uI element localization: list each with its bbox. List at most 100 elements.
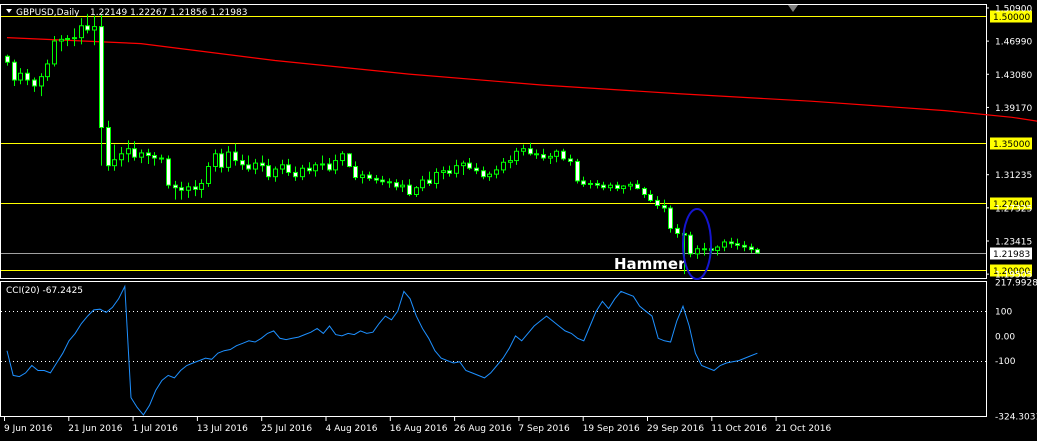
candle	[628, 181, 633, 191]
candle-body	[327, 163, 332, 171]
candle-body	[434, 171, 439, 184]
candle	[360, 170, 365, 184]
candle	[474, 163, 479, 175]
candle	[487, 171, 492, 181]
candle-body	[688, 234, 693, 255]
candle-body	[106, 127, 111, 167]
candle	[635, 180, 640, 190]
candle-body	[300, 167, 305, 178]
candle-body	[286, 164, 291, 173]
candle-body	[528, 148, 533, 155]
candle	[528, 142, 533, 156]
candle-body	[394, 182, 399, 188]
hammer-annotation: Hammer	[614, 255, 686, 273]
candle	[481, 166, 486, 180]
candle-body	[99, 26, 104, 129]
candle	[327, 158, 332, 172]
candle-body	[487, 173, 492, 178]
shift-marker-icon[interactable]	[788, 5, 798, 12]
candle	[300, 164, 305, 181]
candle	[400, 180, 405, 192]
candle	[45, 59, 50, 81]
candle-body	[407, 184, 412, 195]
candle-body	[380, 179, 385, 183]
candle	[333, 154, 338, 175]
candle-body	[461, 162, 466, 167]
candle	[554, 149, 559, 163]
candle	[159, 154, 164, 164]
candle-body	[441, 170, 446, 173]
candle	[320, 155, 325, 170]
cci-axis: 217.9928 100 0.00 -100 -324.3031	[995, 279, 1037, 423]
candle	[749, 243, 754, 253]
candle-body	[52, 40, 57, 65]
candle	[608, 182, 613, 192]
candle-body	[628, 183, 633, 187]
candle	[313, 162, 318, 177]
candle-body	[347, 153, 352, 168]
candle	[374, 174, 379, 184]
candle-body	[313, 164, 318, 172]
time-tick-label: 9 Jun 2016	[4, 424, 53, 434]
candle-body	[92, 26, 97, 31]
cci-tick-label: 217.9928	[995, 279, 1037, 289]
candle	[307, 162, 312, 175]
candle-body	[454, 165, 459, 174]
candle-body	[668, 207, 673, 229]
candle-body	[360, 174, 365, 179]
candle	[447, 165, 452, 177]
candle	[548, 152, 553, 164]
dropdown-arrow-icon[interactable]	[6, 9, 12, 13]
candle-body	[233, 151, 238, 162]
main-panel-frame	[0, 4, 987, 279]
candle	[5, 54, 10, 66]
cci-tick-label: 100	[995, 308, 1012, 318]
candle-body	[240, 160, 245, 166]
candle	[280, 159, 285, 175]
price-tick-label: 1.50900	[995, 4, 1032, 14]
candle-body	[72, 37, 77, 40]
candle-body	[568, 158, 573, 162]
candle-body	[588, 182, 593, 185]
candlesticks	[5, 13, 760, 275]
candle-body	[675, 227, 680, 234]
candle	[340, 151, 345, 166]
candle-body	[146, 152, 151, 156]
candle	[206, 162, 211, 187]
candle	[112, 144, 117, 171]
ma-polyline	[6, 37, 1037, 122]
candle	[273, 166, 278, 182]
cci-tick-label: -100	[995, 357, 1016, 367]
symbol-label: GBPUSD,Daily	[16, 8, 80, 18]
time-tick-label: 7 Sep 2016	[518, 424, 570, 434]
cci-indicator	[1, 284, 986, 416]
candle-body	[307, 167, 312, 172]
level-label: 1.50000	[993, 13, 1030, 23]
candle	[353, 161, 358, 181]
candle-body	[427, 179, 432, 184]
candle	[541, 148, 546, 161]
candle	[186, 182, 191, 198]
candle-body	[521, 148, 526, 152]
candle-body	[474, 167, 479, 172]
candle	[755, 247, 760, 254]
hammer-highlight-ellipse	[682, 208, 712, 280]
candle-body	[353, 166, 358, 179]
candle-body	[374, 177, 379, 181]
candle-body	[186, 186, 191, 191]
candle	[695, 245, 700, 259]
candle	[52, 35, 57, 67]
time-tick-label: 11 Oct 2016	[711, 424, 767, 434]
candle	[146, 148, 151, 164]
candle-body	[548, 155, 553, 159]
candle	[729, 237, 734, 248]
candle	[199, 179, 204, 198]
candle-body	[742, 244, 747, 248]
candle-body	[193, 186, 198, 190]
candle-body	[494, 169, 499, 175]
candle	[72, 28, 77, 47]
candle-body	[414, 187, 419, 195]
candle-body	[575, 160, 580, 182]
candle-body	[59, 38, 64, 42]
candle	[675, 224, 680, 238]
